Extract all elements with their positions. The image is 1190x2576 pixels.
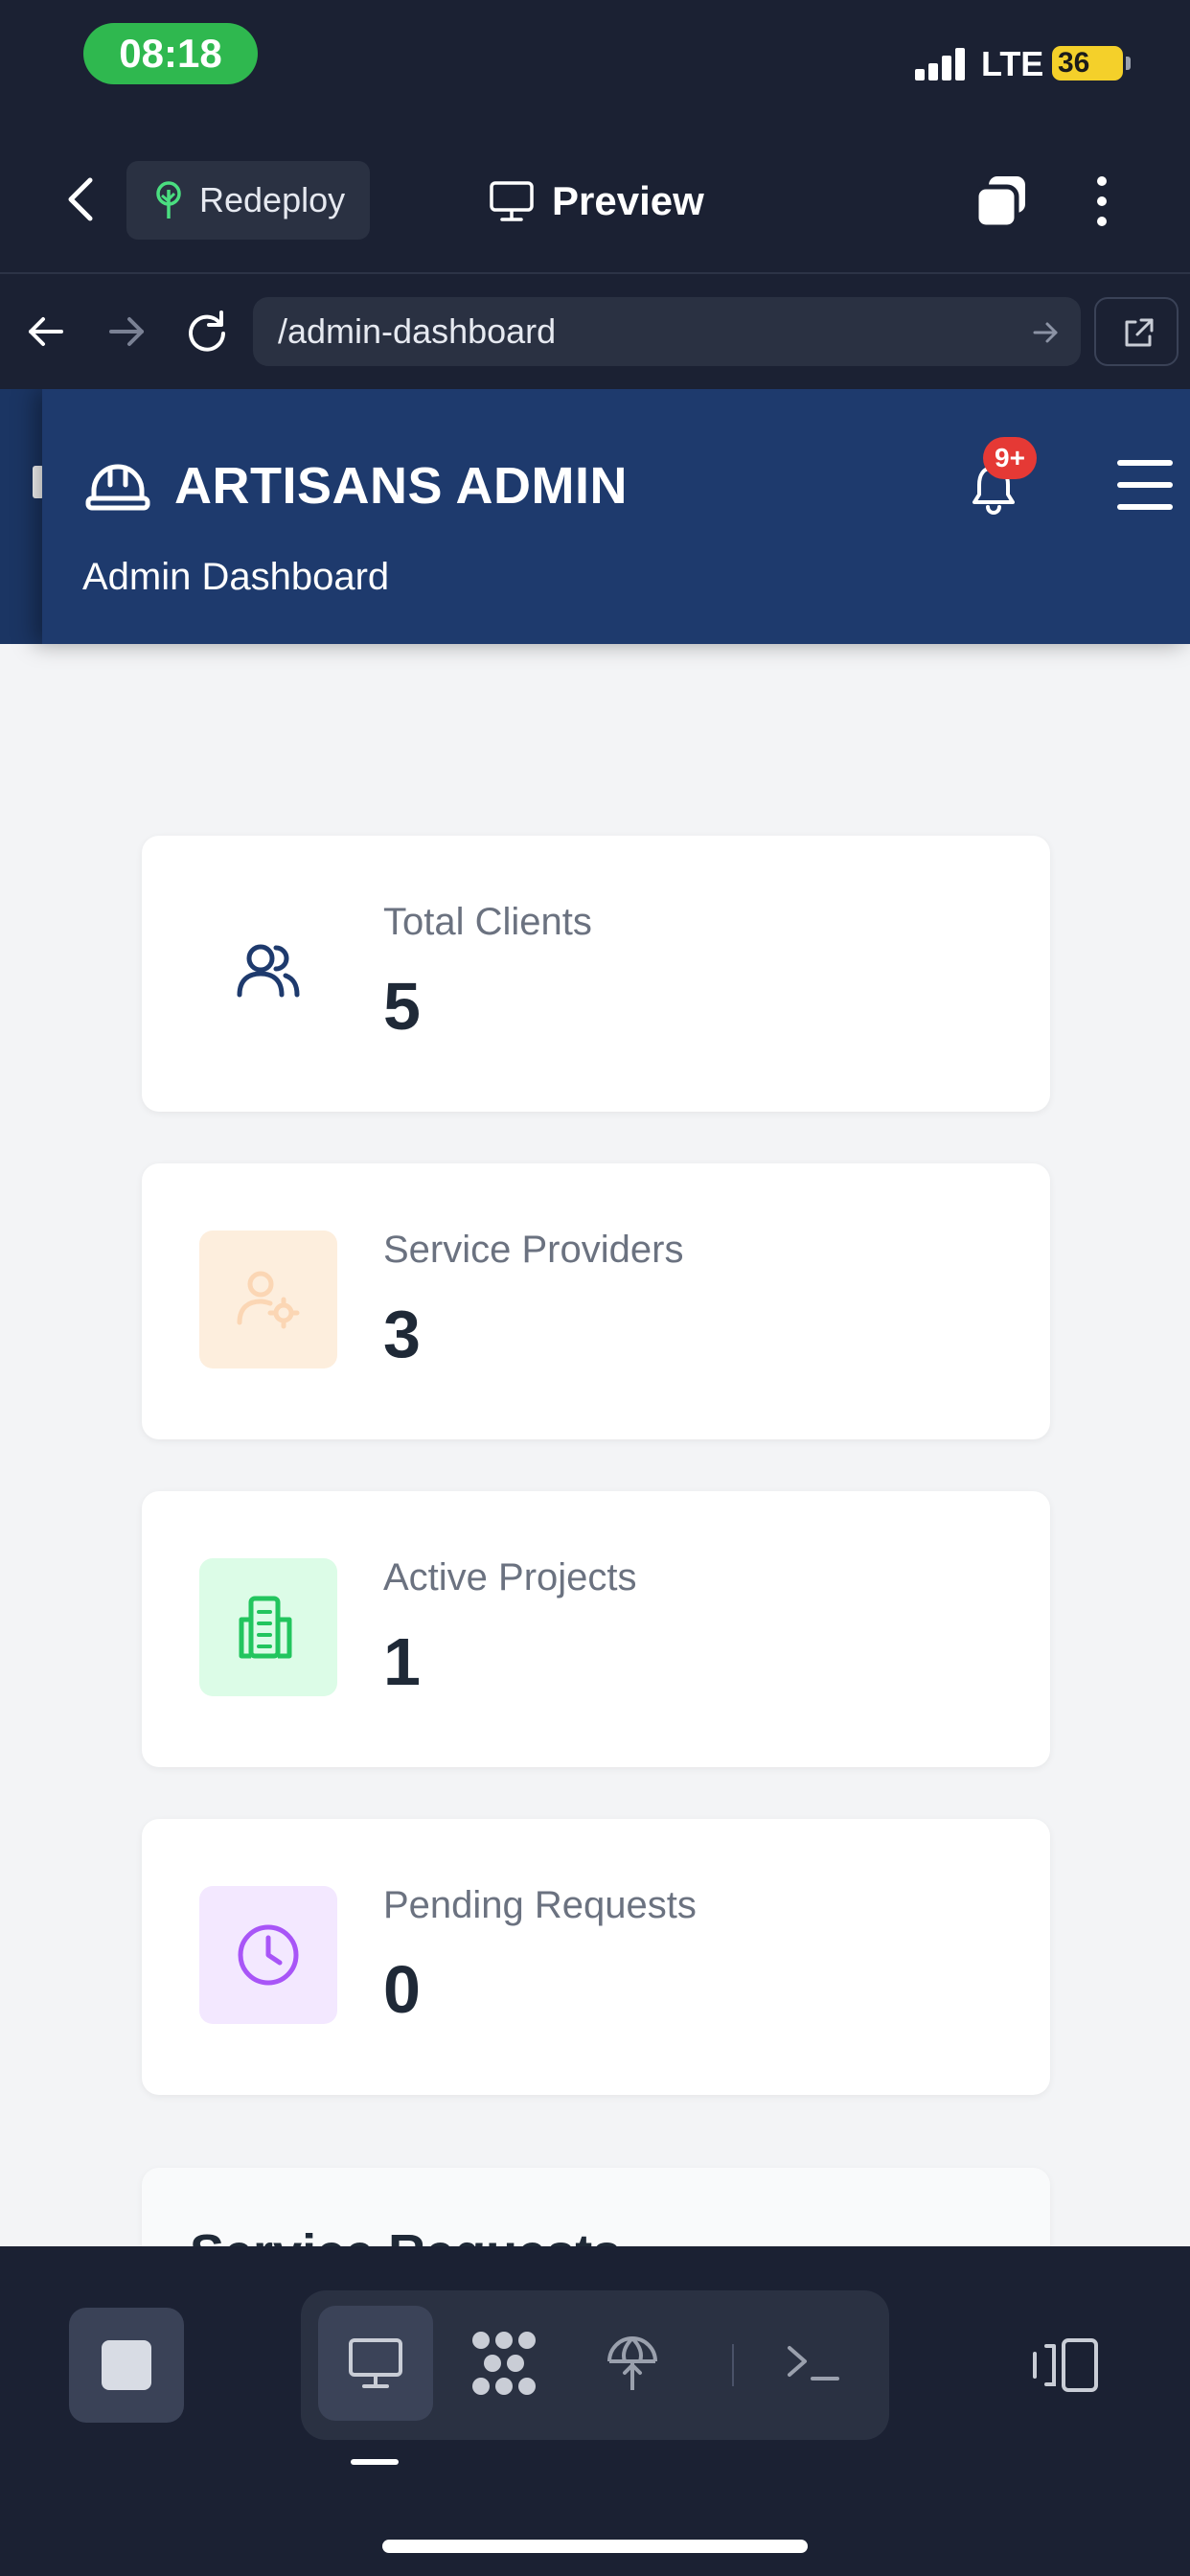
page-title: Admin Dashboard bbox=[82, 556, 390, 598]
stop-icon bbox=[102, 2340, 151, 2390]
monitor-icon bbox=[349, 2338, 402, 2388]
network-type: LTE bbox=[981, 44, 1044, 83]
notification-badge: 9+ bbox=[983, 437, 1037, 479]
open-external-button[interactable] bbox=[1094, 297, 1179, 366]
device-split-icon bbox=[1033, 2338, 1098, 2392]
hard-hat-icon bbox=[85, 464, 150, 511]
status-bar: 08:18 LTE 36 bbox=[0, 0, 1190, 123]
browser-forward-button[interactable] bbox=[98, 303, 155, 360]
header-panel: ARTISANS ADMIN 9+ Admin Dashboard bbox=[42, 389, 1190, 644]
signal-icon bbox=[915, 46, 969, 80]
battery-icon: 36 bbox=[1052, 46, 1131, 80]
toolbar-divider bbox=[732, 2344, 734, 2386]
home-indicator bbox=[382, 2540, 808, 2553]
battery-level: 36 bbox=[1058, 47, 1090, 79]
underlying-header bbox=[0, 389, 44, 644]
console-tab-button[interactable] bbox=[755, 2306, 870, 2421]
bottom-toolbar bbox=[0, 2246, 1190, 2576]
stat-card-active-projects[interactable]: Active Projects 1 bbox=[142, 1491, 1050, 1767]
reload-button[interactable] bbox=[178, 303, 236, 360]
preview-title: Preview bbox=[489, 172, 704, 230]
arrow-left-icon bbox=[29, 317, 63, 346]
stat-icon-tile bbox=[199, 1558, 337, 1696]
view-switcher bbox=[301, 2290, 889, 2440]
stat-card-total-clients[interactable]: Total Clients 5 bbox=[142, 836, 1050, 1112]
monitor-icon bbox=[490, 181, 534, 221]
stat-value: 5 bbox=[383, 969, 421, 1044]
status-time: 08:18 bbox=[83, 23, 258, 84]
go-arrow-icon[interactable] bbox=[1029, 316, 1062, 349]
users-icon bbox=[237, 944, 300, 998]
stat-card-service-providers[interactable]: Service Providers 3 bbox=[142, 1163, 1050, 1439]
site-header: ARTISANS ADMIN 9+ Admin Dashboard bbox=[0, 389, 1190, 644]
building-icon bbox=[239, 1596, 292, 1659]
web-content: ARTISANS ADMIN 9+ Admin Dashboard Total … bbox=[0, 389, 1190, 2246]
redeploy-label: Redeploy bbox=[199, 180, 346, 219]
device-split-button[interactable] bbox=[1029, 2336, 1102, 2394]
brand-name: ARTISANS ADMIN bbox=[174, 457, 628, 515]
network-tab-button[interactable] bbox=[446, 2306, 561, 2421]
browser-back-button[interactable] bbox=[17, 303, 75, 360]
stat-label: Active Projects bbox=[383, 1556, 637, 1598]
stat-label: Pending Requests bbox=[383, 1884, 697, 1926]
stat-label: Service Providers bbox=[383, 1229, 684, 1271]
user-gear-icon bbox=[237, 1271, 300, 1329]
service-requests-section: Service Requests bbox=[142, 2168, 1050, 2246]
deploy-tab-button[interactable] bbox=[575, 2306, 690, 2421]
stop-button[interactable] bbox=[69, 2308, 184, 2423]
url-text: /admin-dashboard bbox=[278, 311, 557, 351]
browser-nav-bar: /admin-dashboard bbox=[0, 274, 1190, 389]
more-options-button[interactable] bbox=[1092, 172, 1111, 230]
tabs-icon bbox=[973, 176, 1025, 230]
app-toolbar: Redeploy Preview bbox=[0, 123, 1190, 274]
external-link-icon bbox=[1125, 318, 1154, 347]
chevron-left-icon bbox=[68, 177, 93, 221]
brand[interactable]: ARTISANS ADMIN bbox=[84, 452, 628, 519]
tree-icon bbox=[156, 181, 181, 218]
preview-tab-button[interactable] bbox=[318, 2306, 433, 2421]
back-button[interactable] bbox=[57, 171, 105, 228]
reload-icon bbox=[189, 310, 225, 352]
terminal-icon bbox=[788, 2346, 839, 2380]
menu-button[interactable] bbox=[1117, 460, 1173, 510]
clock-icon bbox=[238, 1924, 299, 1986]
tabs-button[interactable] bbox=[972, 172, 1031, 230]
url-field[interactable]: /admin-dashboard bbox=[253, 297, 1081, 366]
stat-icon-tile bbox=[199, 1886, 337, 2024]
stat-label: Total Clients bbox=[383, 901, 592, 943]
deploy-globe-icon bbox=[607, 2336, 657, 2390]
network-icon bbox=[472, 2332, 536, 2395]
arrow-right-icon bbox=[109, 317, 144, 346]
stat-value: 0 bbox=[383, 1952, 421, 2027]
stat-value: 3 bbox=[383, 1297, 421, 1371]
stat-icon-tile bbox=[199, 903, 337, 1041]
stat-card-pending-requests[interactable]: Pending Requests 0 bbox=[142, 1819, 1050, 2095]
stat-icon-tile bbox=[199, 1230, 337, 1368]
stat-value: 1 bbox=[383, 1624, 421, 1699]
active-tab-indicator bbox=[351, 2459, 399, 2465]
section-title: Service Requests bbox=[190, 2223, 621, 2246]
redeploy-button[interactable]: Redeploy bbox=[126, 161, 370, 240]
preview-label: Preview bbox=[552, 178, 704, 223]
